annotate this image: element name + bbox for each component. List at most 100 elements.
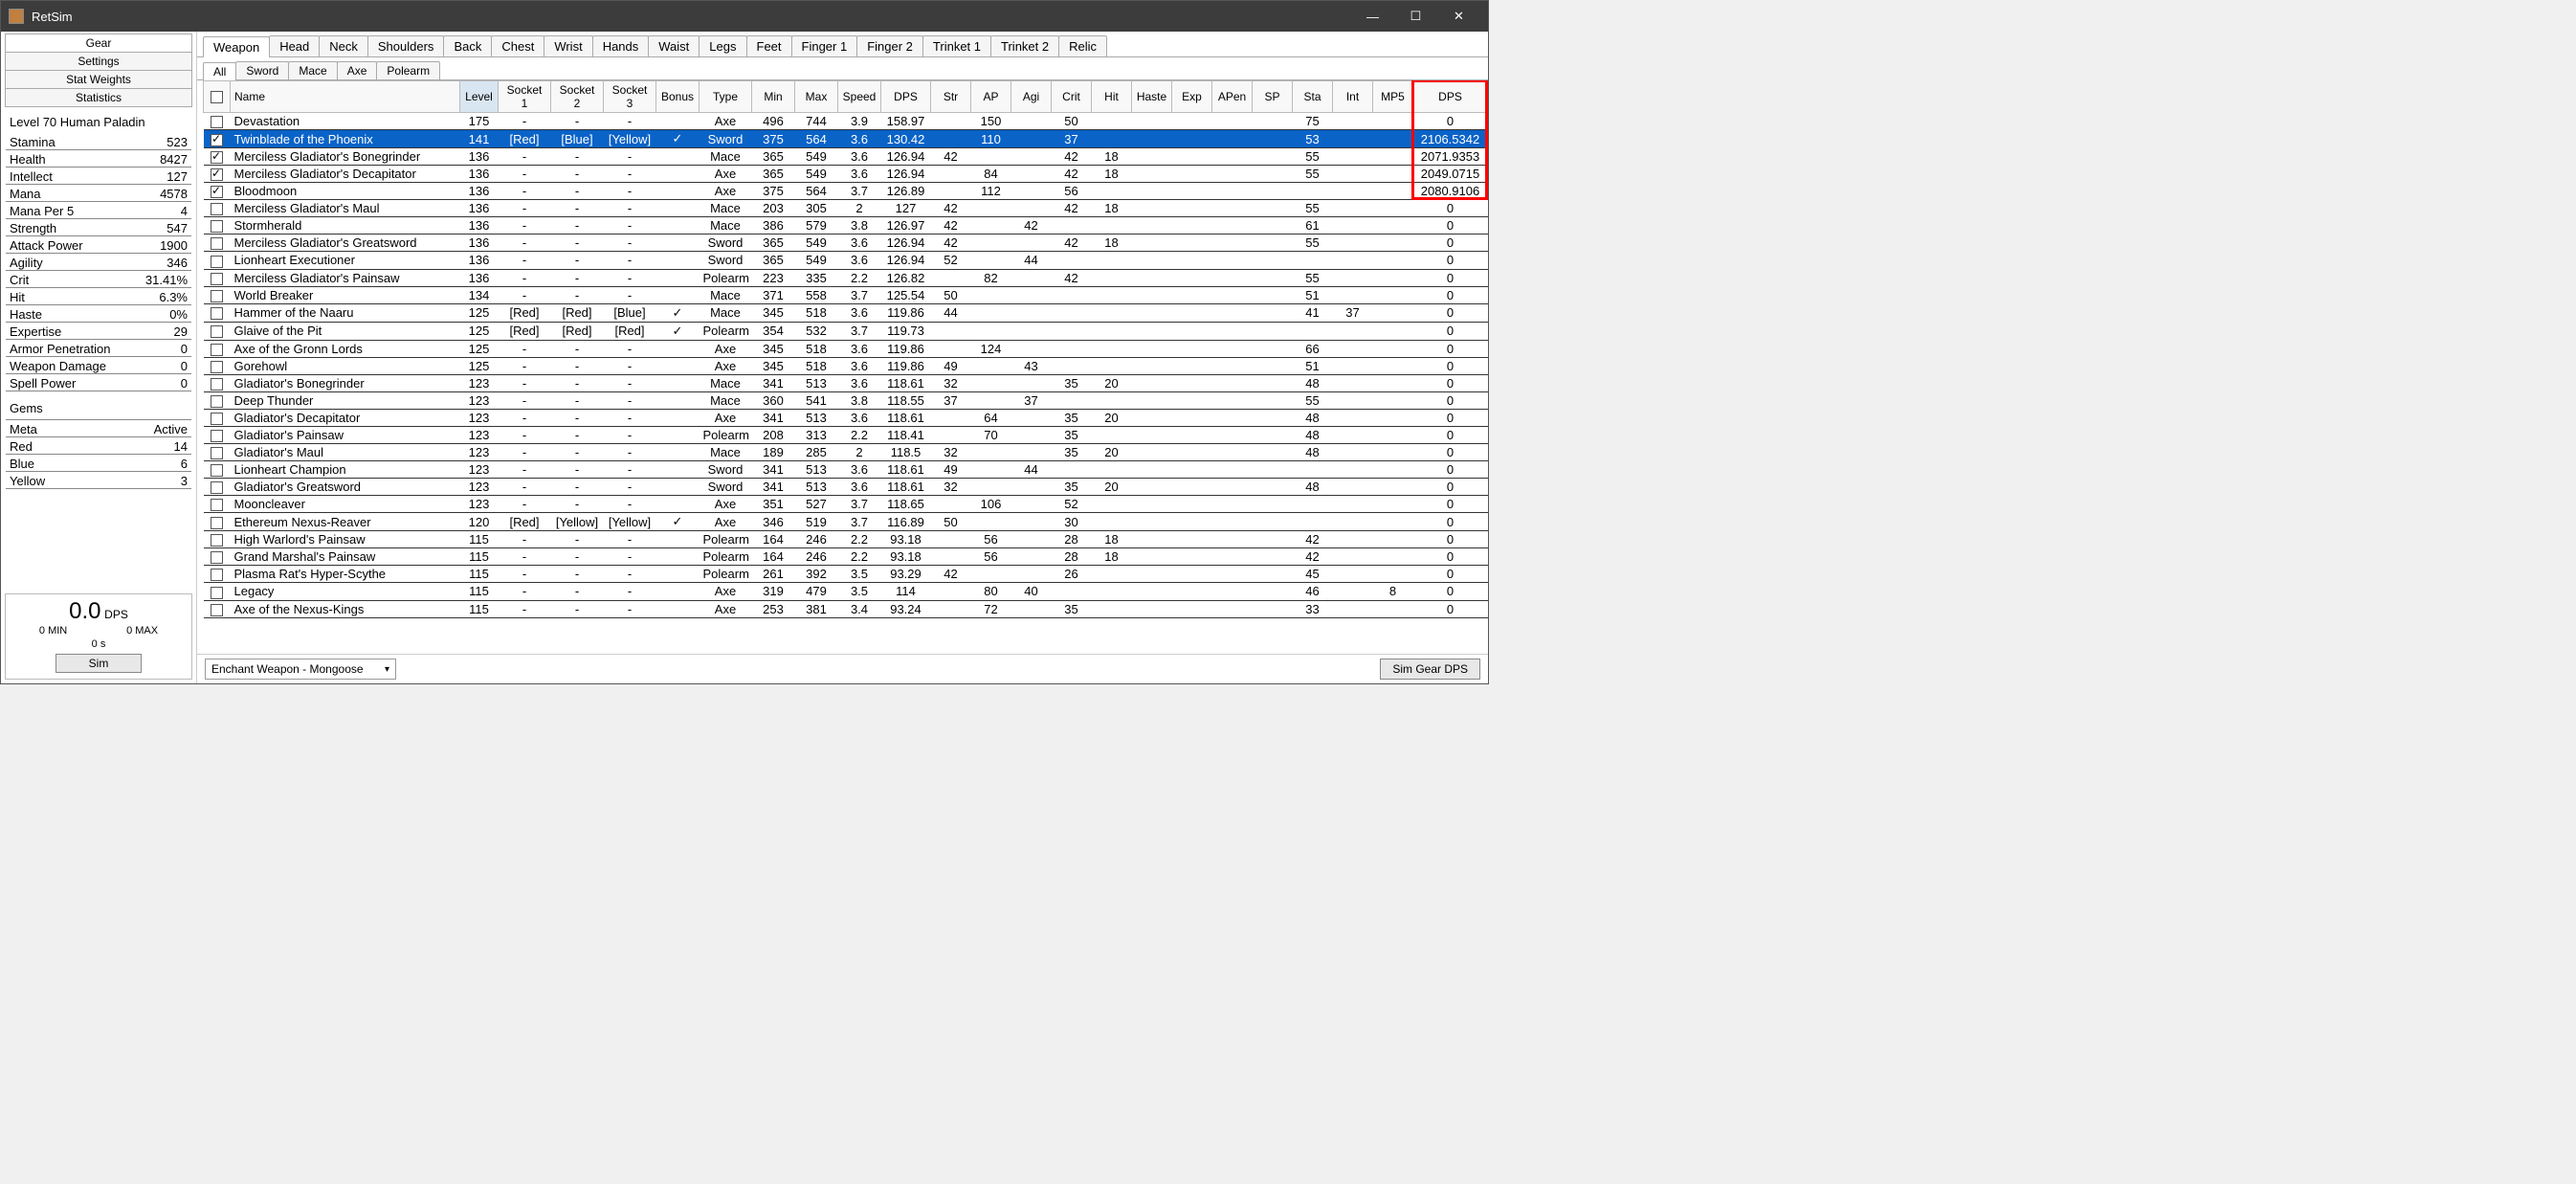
table-row[interactable]: Devastation175---Axe4967443.9158.9715050…	[204, 113, 1488, 130]
row-checkbox[interactable]	[211, 361, 223, 373]
row-checkbox[interactable]	[211, 203, 223, 215]
type-tab-sword[interactable]: Sword	[235, 61, 289, 79]
left-tab-stat-weights[interactable]: Stat Weights	[5, 70, 192, 89]
table-row[interactable]: Ethereum Nexus-Reaver120[Red][Yellow][Ye…	[204, 513, 1488, 531]
col-header[interactable]: SP	[1253, 81, 1293, 113]
slot-tab-hands[interactable]: Hands	[592, 35, 650, 56]
slot-tab-relic[interactable]: Relic	[1058, 35, 1107, 56]
row-checkbox[interactable]	[211, 116, 223, 128]
type-tab-all[interactable]: All	[203, 62, 236, 80]
row-checkbox[interactable]	[211, 499, 223, 511]
row-checkbox[interactable]	[211, 395, 223, 408]
table-row[interactable]: Legacy115---Axe3194793.511480404680	[204, 583, 1488, 600]
col-header[interactable]: Socket 1	[499, 81, 551, 113]
row-checkbox[interactable]	[211, 551, 223, 564]
type-tab-axe[interactable]: Axe	[337, 61, 378, 79]
row-checkbox[interactable]	[211, 256, 223, 268]
col-header[interactable]: DPS	[881, 81, 931, 113]
table-row[interactable]: Merciless Gladiator's Greatsword136---Sw…	[204, 235, 1488, 252]
table-row[interactable]: Lionheart Champion123---Sword3415133.611…	[204, 461, 1488, 479]
table-row[interactable]: Gladiator's Maul123---Mace1892852118.532…	[204, 444, 1488, 461]
table-row[interactable]: Merciless Gladiator's Bonegrinder136---M…	[204, 148, 1488, 166]
slot-tab-feet[interactable]: Feet	[746, 35, 792, 56]
col-header[interactable]: AP	[971, 81, 1011, 113]
row-checkbox[interactable]	[211, 168, 223, 181]
row-checkbox[interactable]	[211, 307, 223, 320]
minimize-button[interactable]: —	[1351, 2, 1394, 31]
slot-tab-back[interactable]: Back	[443, 35, 492, 56]
weapon-table-wrap[interactable]: NameLevelSocket 1Socket 2Socket 3BonusTy…	[197, 80, 1488, 654]
row-checkbox[interactable]	[211, 220, 223, 233]
slot-tab-finger-1[interactable]: Finger 1	[791, 35, 858, 56]
col-header[interactable]: MP5	[1373, 81, 1413, 113]
table-row[interactable]: Glaive of the Pit125[Red][Red][Red]✓Pole…	[204, 322, 1488, 340]
type-tab-polearm[interactable]: Polearm	[376, 61, 440, 79]
slot-tab-finger-2[interactable]: Finger 2	[856, 35, 923, 56]
col-header[interactable]: Sta	[1293, 81, 1333, 113]
slot-tab-weapon[interactable]: Weapon	[203, 36, 270, 57]
table-row[interactable]: Gladiator's Decapitator123---Axe3415133.…	[204, 409, 1488, 426]
col-header[interactable]: Speed	[838, 81, 881, 113]
left-tab-statistics[interactable]: Statistics	[5, 88, 192, 107]
slot-tab-shoulders[interactable]: Shoulders	[367, 35, 445, 56]
row-checkbox[interactable]	[211, 273, 223, 285]
maximize-button[interactable]: ☐	[1394, 2, 1437, 31]
table-row[interactable]: World Breaker134---Mace3715583.7125.5450…	[204, 286, 1488, 303]
table-row[interactable]: Merciless Gladiator's Maul136---Mace2033…	[204, 200, 1488, 217]
type-tab-mace[interactable]: Mace	[288, 61, 337, 79]
slot-tab-chest[interactable]: Chest	[491, 35, 544, 56]
select-all-checkbox[interactable]	[211, 91, 223, 103]
col-header[interactable]: DPS	[1413, 81, 1488, 113]
row-checkbox[interactable]	[211, 186, 223, 198]
slot-tab-waist[interactable]: Waist	[648, 35, 700, 56]
row-checkbox[interactable]	[211, 569, 223, 581]
slot-tab-legs[interactable]: Legs	[699, 35, 746, 56]
row-checkbox[interactable]	[211, 604, 223, 616]
col-header[interactable]: Int	[1333, 81, 1373, 113]
row-checkbox[interactable]	[211, 534, 223, 547]
col-header[interactable]: APen	[1212, 81, 1253, 113]
slot-tab-wrist[interactable]: Wrist	[544, 35, 592, 56]
col-header[interactable]: Haste	[1132, 81, 1172, 113]
col-header[interactable]: Agi	[1011, 81, 1052, 113]
col-header[interactable]: Socket 3	[604, 81, 656, 113]
row-checkbox[interactable]	[211, 413, 223, 425]
table-row[interactable]: High Warlord's Painsaw115---Polearm16424…	[204, 531, 1488, 548]
col-header[interactable]	[204, 81, 231, 113]
row-checkbox[interactable]	[211, 237, 223, 250]
slot-tab-trinket-1[interactable]: Trinket 1	[922, 35, 991, 56]
col-header[interactable]: Bonus	[656, 81, 700, 113]
table-row[interactable]: Merciless Gladiator's Decapitator136---A…	[204, 166, 1488, 183]
row-checkbox[interactable]	[211, 481, 223, 494]
row-checkbox[interactable]	[211, 378, 223, 391]
table-row[interactable]: Plasma Rat's Hyper-Scythe115---Polearm26…	[204, 566, 1488, 583]
row-checkbox[interactable]	[211, 517, 223, 529]
table-row[interactable]: Axe of the Nexus-Kings115---Axe2533813.4…	[204, 600, 1488, 617]
table-row[interactable]: Axe of the Gronn Lords125---Axe3455183.6…	[204, 340, 1488, 357]
row-checkbox[interactable]	[211, 464, 223, 477]
row-checkbox[interactable]	[211, 134, 223, 146]
table-row[interactable]: Gorehowl125---Axe3455183.6119.864943510	[204, 357, 1488, 374]
col-header[interactable]: Type	[700, 81, 752, 113]
row-checkbox[interactable]	[211, 151, 223, 164]
table-row[interactable]: Lionheart Executioner136---Sword3655493.…	[204, 252, 1488, 269]
slot-tab-head[interactable]: Head	[269, 35, 320, 56]
col-header[interactable]: Hit	[1092, 81, 1132, 113]
slot-tab-neck[interactable]: Neck	[319, 35, 368, 56]
titlebar[interactable]: RetSim — ☐ ✕	[1, 1, 1488, 32]
left-tab-gear[interactable]: Gear	[5, 34, 192, 53]
table-row[interactable]: Gladiator's Greatsword123---Sword3415133…	[204, 479, 1488, 496]
col-header[interactable]: Level	[460, 81, 499, 113]
row-checkbox[interactable]	[211, 325, 223, 338]
row-checkbox[interactable]	[211, 587, 223, 599]
row-checkbox[interactable]	[211, 344, 223, 356]
table-row[interactable]: Hammer of the Naaru125[Red][Red][Blue]✓M…	[204, 303, 1488, 322]
left-tab-settings[interactable]: Settings	[5, 52, 192, 71]
sim-button[interactable]: Sim	[56, 654, 142, 673]
col-header[interactable]: Str	[931, 81, 971, 113]
col-header[interactable]: Min	[752, 81, 795, 113]
enchant-select[interactable]: Enchant Weapon - Mongoose ▾	[205, 659, 396, 680]
table-row[interactable]: Grand Marshal's Painsaw115---Polearm1642…	[204, 548, 1488, 566]
col-header[interactable]: Max	[795, 81, 838, 113]
table-row[interactable]: Gladiator's Painsaw123---Polearm2083132.…	[204, 426, 1488, 443]
